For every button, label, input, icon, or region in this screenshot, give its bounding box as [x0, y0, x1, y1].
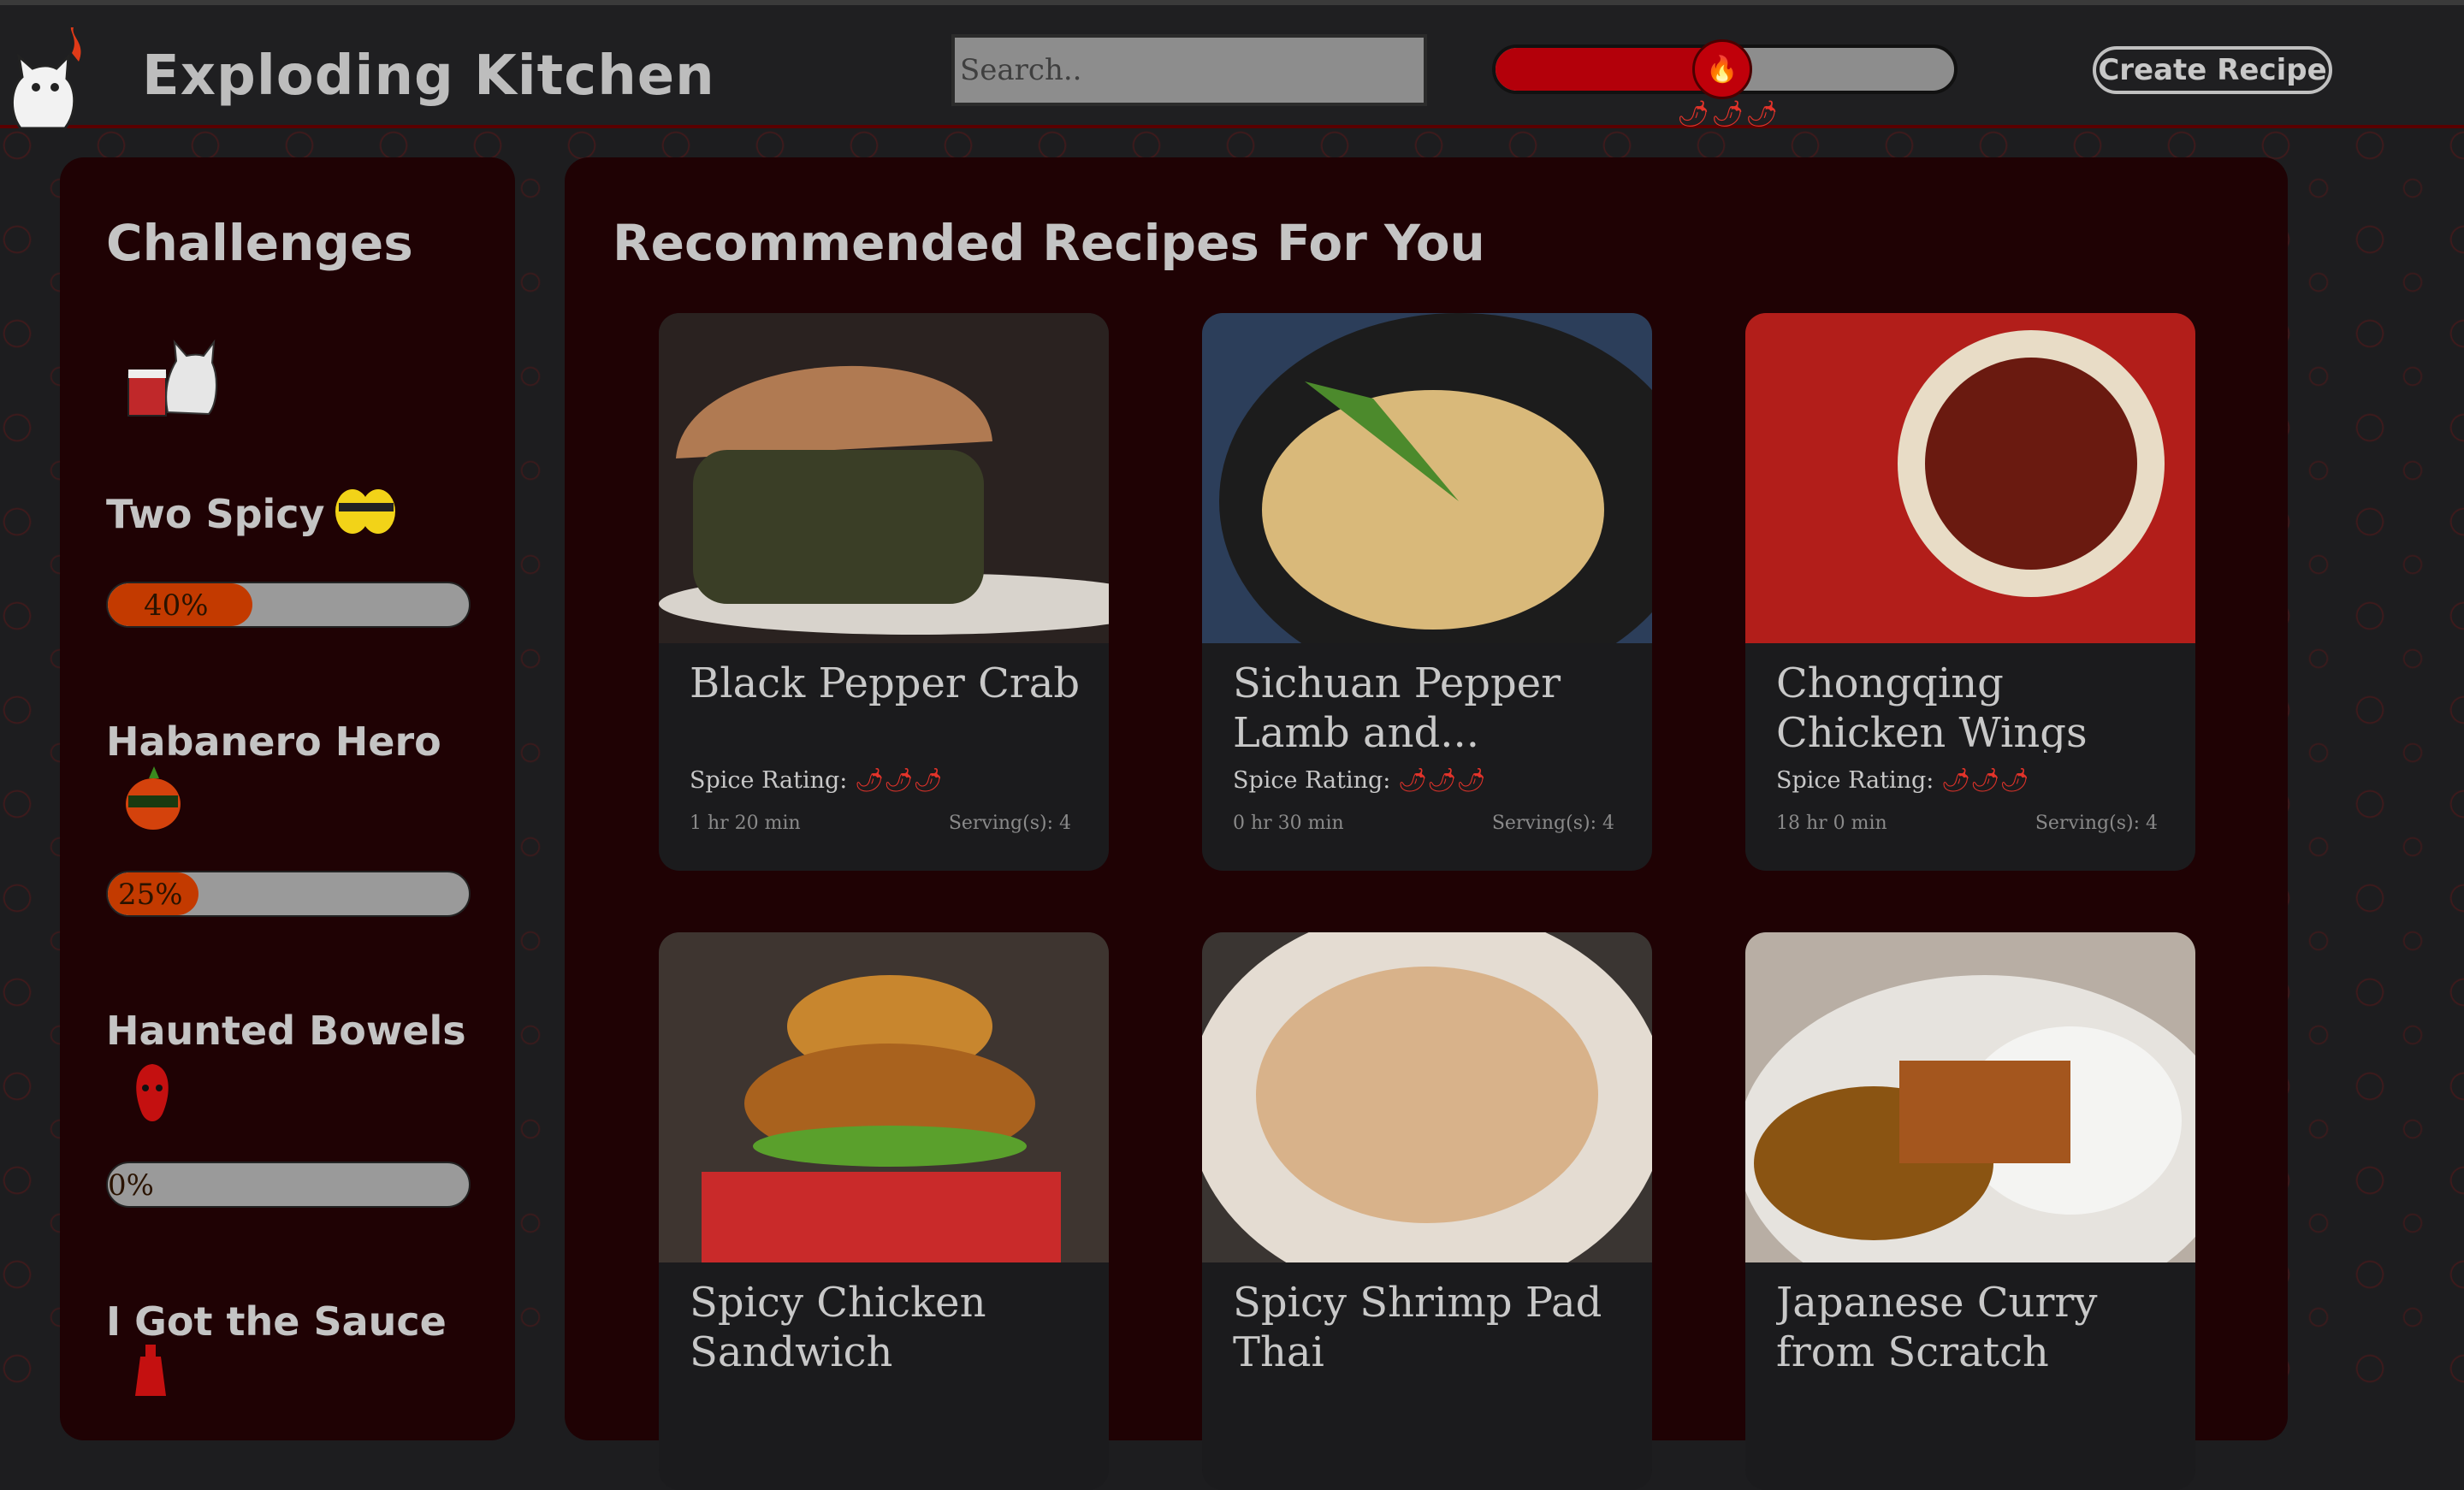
recipe-title[interactable]: Spicy Shrimp Pad Thai — [1233, 1278, 1626, 1372]
servings: Serving(s): 4 — [948, 813, 1071, 834]
cat-tnt-icon — [127, 339, 217, 417]
spice-label: Spice Rating: — [690, 767, 848, 794]
challenge-habanero-hero[interactable]: Habanero Hero — [106, 718, 483, 837]
cook-time: 18 hr 0 min — [1776, 813, 1887, 834]
recipe-title[interactable]: Chongqing Chicken Wings — [1776, 659, 2170, 753]
recipe-image-spicy-chicken-sandwich[interactable] — [659, 932, 1109, 1262]
hot-sauce-bottle-icon — [135, 1345, 166, 1396]
recipe-card[interactable]: Spicy Shrimp Pad Thai — [1202, 932, 1652, 1490]
recipe-title[interactable]: Spicy Chicken Sandwich — [690, 1278, 1083, 1372]
challenge-i-got-the-sauce[interactable]: I Got the Sauce — [106, 1298, 483, 1399]
devil-pepper-icon — [136, 1064, 169, 1121]
spice-label: Spice Rating: — [1233, 767, 1391, 794]
recipe-card[interactable]: Spicy Chicken Sandwich — [659, 932, 1109, 1490]
masked-habanero-icon — [126, 766, 181, 830]
servings: Serving(s): 4 — [1491, 813, 1614, 834]
recipe-title[interactable]: Black Pepper Crab — [690, 659, 1083, 753]
servings: Serving(s): 4 — [2035, 813, 2158, 834]
cat-logo-icon[interactable] — [3, 27, 89, 133]
recipe-card[interactable]: Japanese Curry from Scratch — [1745, 932, 2195, 1490]
recipe-image-black-pepper-crab[interactable] — [659, 313, 1109, 643]
search-input[interactable] — [951, 34, 1427, 106]
spice-rating: Spice Rating: 🌶🌶🌶 — [1776, 766, 2029, 794]
challenge-name: I Got the Sauce — [106, 1298, 447, 1345]
recipe-title[interactable]: Sichuan Pepper Lamb and... — [1233, 659, 1626, 753]
recipe-image-spicy-shrimp-pad-thai[interactable] — [1202, 932, 1652, 1262]
progress-label: 25% — [118, 878, 183, 912]
flame-icon: 🔥 — [1706, 54, 1738, 85]
spice-rating: Spice Rating: 🌶🌶🌶 — [690, 766, 943, 794]
challenge-name: Haunted Bowels — [106, 1008, 466, 1054]
recipe-image-sichuan-pepper-lamb[interactable] — [1202, 313, 1652, 643]
recipe-image-japanese-curry[interactable] — [1745, 932, 2195, 1262]
challenge-name: Two Spicy — [106, 491, 325, 537]
challenges-title: Challenges — [106, 214, 413, 272]
spice-label: Spice Rating: — [1776, 767, 1934, 794]
pepper-icon: 🌶🌶🌶 — [1398, 767, 1486, 794]
app-title[interactable]: Exploding Kitchen — [142, 44, 715, 108]
recommended-recipes-panel: Recommended Recipes For You Black Pepper… — [565, 157, 2288, 1490]
create-recipe-button[interactable]: Create Recipe — [2093, 46, 2332, 94]
recipe-card[interactable]: Chongqing Chicken Wings Spice Rating: 🌶🌶… — [1745, 313, 2195, 871]
challenges-panel: Challenges Two Spicy 40% Habanero Hero 2… — [60, 157, 515, 1440]
challenge-progress-bar: 40% — [106, 582, 471, 628]
challenge-progress-bar: 0% — [106, 1162, 471, 1208]
cook-time: 1 hr 20 min — [690, 813, 801, 834]
pepper-icon: 🌶🌶🌶 — [855, 767, 943, 794]
spice-rating: Spice Rating: 🌶🌶🌶 — [1233, 766, 1486, 794]
cook-time: 0 hr 30 min — [1233, 813, 1344, 834]
progress-label: 40% — [144, 588, 209, 623]
challenge-haunted-bowels[interactable]: Haunted Bowels — [106, 1008, 483, 1129]
recipe-image-chongqing-chicken-wings[interactable] — [1745, 313, 2195, 643]
challenge-name: Habanero Hero — [106, 718, 441, 765]
challenge-progress-bar: 25% — [106, 871, 471, 917]
progress-label: 0% — [108, 1168, 154, 1203]
challenge-two-spicy[interactable]: Two Spicy — [106, 489, 483, 537]
recipe-card[interactable]: Black Pepper Crab Spice Rating: 🌶🌶🌶 1 hr… — [659, 313, 1109, 871]
slider-peppers-icon: 🌶🌶🌶 — [1677, 99, 1780, 129]
slider-fill — [1496, 48, 1725, 91]
slider-thumb[interactable]: 🔥 — [1692, 39, 1752, 99]
recipe-card[interactable]: Sichuan Pepper Lamb and... Spice Rating:… — [1202, 313, 1652, 871]
top-navbar: Exploding Kitchen 🔥 🌶🌶🌶 Create Recipe — [0, 0, 2464, 130]
recommended-title: Recommended Recipes For You — [613, 214, 1485, 272]
yellow-peppers-sunglasses-icon — [335, 489, 395, 534]
pepper-icon: 🌶🌶🌶 — [1941, 767, 2029, 794]
recipe-title[interactable]: Japanese Curry from Scratch — [1776, 1278, 2170, 1372]
